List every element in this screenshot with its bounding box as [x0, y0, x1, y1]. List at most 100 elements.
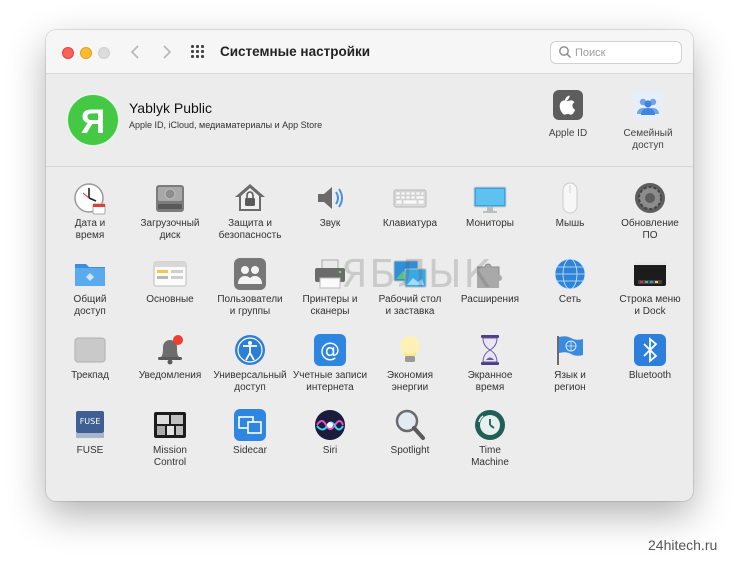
mission-control-icon [153, 408, 187, 442]
family-sharing-pane[interactable]: Семейный доступ [613, 90, 683, 152]
keyboard-icon [393, 181, 427, 215]
accessibility-icon [233, 333, 267, 367]
clock-icon [73, 181, 107, 215]
pane-internet-accounts[interactable]: @ Учетные записи интернета [288, 333, 372, 394]
pane-label: Дата и [74, 218, 106, 229]
search-field[interactable] [550, 41, 682, 64]
spotlight-icon [393, 408, 427, 442]
pane-label: и заставка [385, 306, 435, 317]
pane-security[interactable]: Защита и безопасность [208, 181, 292, 242]
account-name: Yablyk Public [129, 100, 213, 116]
pane-menubar-dock[interactable]: Строка меню и Dock [608, 257, 692, 318]
pane-label: FUSE [76, 445, 104, 456]
folder-icon [73, 257, 107, 291]
pane-accessibility[interactable]: Универсальный доступ [208, 333, 292, 394]
pane-label: доступ [74, 306, 106, 317]
pane-keyboard[interactable]: Клавиатура [368, 181, 452, 230]
pane-label: Строка меню [619, 294, 681, 305]
pane-label: Учетные записи [292, 370, 368, 381]
pane-label: Язык и [554, 370, 586, 381]
house-lock-icon [233, 181, 267, 215]
pane-spotlight[interactable]: Spotlight [368, 408, 452, 457]
globe-icon [553, 257, 587, 291]
apple-id-label: Apple ID [548, 128, 588, 139]
pane-label: Мышь [555, 218, 585, 229]
mouse-icon [553, 181, 587, 215]
pane-bluetooth[interactable]: Bluetooth [608, 333, 692, 382]
pane-label: Защита и [228, 218, 272, 229]
fuse-icon: FUSE [73, 408, 107, 442]
window-title: Системные настройки [220, 44, 371, 59]
hourglass-icon [473, 333, 507, 367]
pane-general[interactable]: Основные [128, 257, 212, 306]
search-input[interactable] [575, 44, 675, 62]
zoom-button[interactable] [98, 47, 110, 59]
pane-mission-control[interactable]: Mission Control [128, 408, 212, 469]
system-preferences-window: Системные настройки Я Yablyk Public Appl… [46, 30, 693, 501]
pane-label: доступ [234, 382, 266, 393]
pane-label: и Dock [634, 306, 666, 317]
account-section: Я Yablyk Public Apple ID, iCloud, медиам… [46, 75, 693, 167]
site-credit: 24hitech.ru [648, 537, 718, 553]
pane-label: Звук [319, 218, 341, 229]
pane-label: Mission [153, 445, 187, 456]
pane-time-machine[interactable]: Time Machine [448, 408, 532, 469]
monitor-icon [473, 181, 507, 215]
pane-sidecar[interactable]: Sidecar [208, 408, 292, 457]
minimize-button[interactable] [80, 47, 92, 59]
bell-icon [153, 333, 187, 367]
pane-label: Bluetooth [628, 370, 672, 381]
titlebar: Системные настройки [46, 30, 693, 74]
watermark: ЯБЛЫК [341, 252, 493, 296]
pane-siri[interactable]: Siri [288, 408, 372, 457]
pane-trackpad[interactable]: Трекпад [48, 333, 132, 382]
users-icon [233, 257, 267, 291]
pane-displays[interactable]: Мониторы [448, 181, 532, 230]
pane-software-update[interactable]: Обновление ПО [608, 181, 692, 242]
close-button[interactable] [62, 47, 74, 59]
pane-label: Трекпад [71, 370, 109, 381]
pane-notifications[interactable]: Уведомления [128, 333, 212, 382]
dock-icon [633, 257, 667, 291]
bluetooth-icon [633, 333, 667, 367]
avatar[interactable]: Я [66, 93, 120, 147]
back-button[interactable] [126, 42, 146, 62]
flag-icon [553, 333, 587, 367]
pane-label: время [475, 382, 505, 393]
pane-sound[interactable]: Звук [288, 181, 372, 230]
pane-label: и группы [229, 306, 271, 317]
pane-label: Пользователи [217, 294, 283, 305]
siri-icon [313, 408, 347, 442]
pane-users-groups[interactable]: Пользователи и группы [208, 257, 292, 318]
pane-label: Загрузочный [140, 218, 200, 229]
chevron-left-icon [130, 45, 139, 59]
at-glyph: @ [320, 338, 340, 362]
forward-button[interactable] [156, 42, 176, 62]
time-machine-icon [473, 408, 507, 442]
pane-label: Мониторы [466, 218, 514, 229]
show-all-button[interactable] [191, 45, 207, 59]
pane-label: Spotlight [390, 445, 430, 456]
pane-label: время [75, 230, 105, 241]
pane-mouse[interactable]: Мышь [528, 181, 612, 230]
trackpad-icon [73, 333, 107, 367]
pane-language-region[interactable]: Язык и регион [528, 333, 612, 394]
pane-label: Control [153, 457, 187, 468]
pane-label: безопасность [218, 230, 282, 241]
pane-label: энергии [391, 382, 429, 393]
pane-label: Универсальный [213, 370, 287, 381]
pane-label: Экранное [467, 370, 513, 381]
pane-energy-saver[interactable]: Экономия энергии [368, 333, 452, 394]
pane-screen-time[interactable]: Экранное время [448, 333, 532, 394]
pane-sharing[interactable]: Общий доступ [48, 257, 132, 318]
pane-network[interactable]: Сеть [528, 257, 612, 306]
bulb-icon [393, 333, 427, 367]
pane-date-time[interactable]: Дата и время [48, 181, 132, 242]
apple-id-pane[interactable]: Apple ID [533, 90, 603, 140]
pane-label: Экономия [386, 370, 434, 381]
account-subtitle: Apple ID, iCloud, медиаматериалы и App S… [129, 120, 323, 130]
pane-startup-disk[interactable]: Загрузочный диск [128, 181, 212, 242]
family-sharing-icon [633, 90, 663, 120]
pane-fuse[interactable]: FUSE FUSE [48, 408, 132, 457]
pane-label: Клавиатура [382, 218, 438, 229]
